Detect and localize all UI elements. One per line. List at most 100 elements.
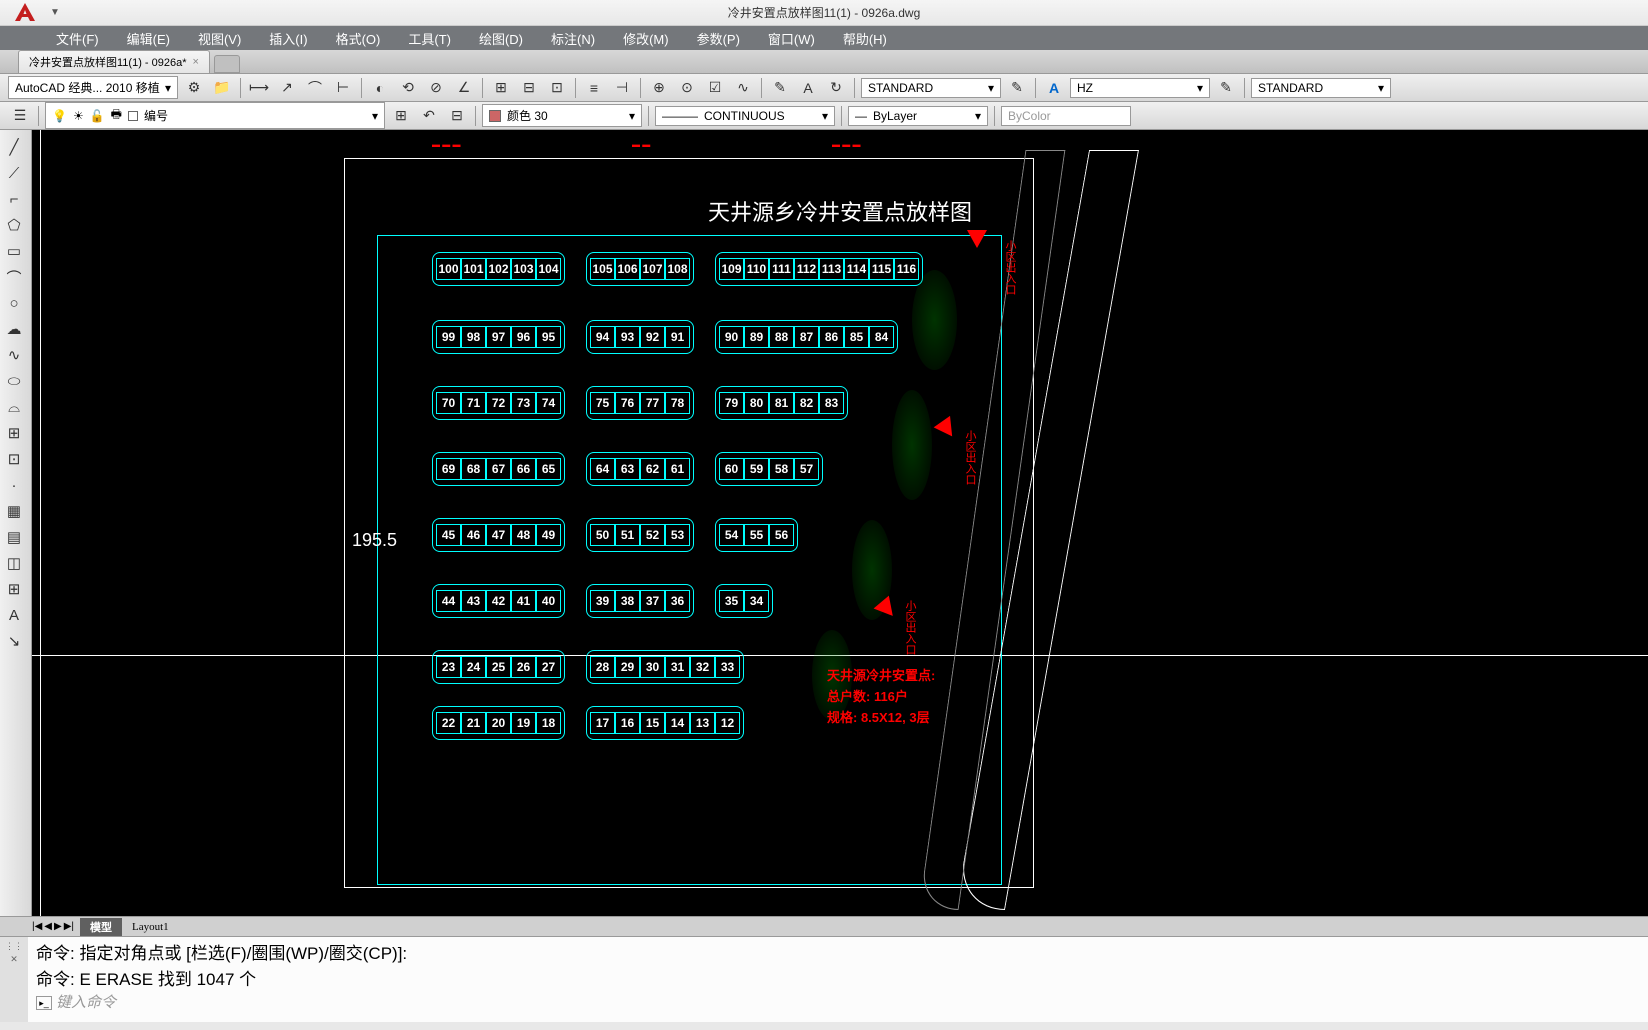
- close-tab-icon[interactable]: ×: [193, 56, 199, 68]
- angular-dim-icon[interactable]: ∠: [452, 77, 476, 99]
- tab-model[interactable]: 模型: [80, 918, 122, 936]
- menu-view[interactable]: 视图(V): [198, 29, 241, 48]
- radius-dim-icon[interactable]: ◐: [368, 77, 392, 99]
- menu-edit[interactable]: 编辑(E): [127, 29, 170, 48]
- inspect-icon[interactable]: ☑: [703, 77, 727, 99]
- dim-space-icon[interactable]: ≡: [582, 77, 606, 99]
- dim-style-selector[interactable]: STANDARD▾: [861, 78, 1001, 98]
- menu-window[interactable]: 窗口(W): [768, 29, 815, 48]
- dim-style-edit-icon[interactable]: ✎: [1005, 77, 1029, 99]
- make-block-icon[interactable]: ⊡: [0, 446, 28, 472]
- menu-format[interactable]: 格式(O): [336, 29, 381, 48]
- arc-dim-icon[interactable]: ⌒: [303, 77, 327, 99]
- rectangle-tool-icon[interactable]: ▭: [0, 238, 28, 264]
- document-tab-label: 冷井安置点放样图11(1) - 0926a*: [29, 54, 187, 70]
- region-tool-icon[interactable]: ◫: [0, 550, 28, 576]
- open-icon[interactable]: 📁: [210, 77, 234, 99]
- spline-tool-icon[interactable]: ∿: [0, 342, 28, 368]
- plot-cell: 61: [665, 458, 690, 480]
- aligned-dim-icon[interactable]: ↗: [275, 77, 299, 99]
- menu-help[interactable]: 帮助(H): [843, 29, 887, 48]
- baseline-dim-icon[interactable]: ⊟: [517, 77, 541, 99]
- tolerance-icon[interactable]: ⊕: [647, 77, 671, 99]
- plot-cell: 68: [461, 458, 486, 480]
- layer-prev-icon[interactable]: ↶: [417, 105, 441, 127]
- new-tab-button[interactable]: [214, 55, 240, 73]
- ordinate-dim-icon[interactable]: ⊢: [331, 77, 355, 99]
- plot-cell: 92: [640, 326, 665, 348]
- arc-tool-icon[interactable]: ⌒: [0, 264, 28, 290]
- plot-cell: 32: [690, 656, 715, 678]
- workspace-gear-icon[interactable]: ⚙: [182, 77, 206, 99]
- plot-row-4: 69686766656463626160595857: [432, 452, 841, 486]
- plot-cell: 36: [665, 590, 690, 612]
- layer-properties-icon[interactable]: ☰: [8, 105, 32, 127]
- jogged-linear-icon[interactable]: ∿: [731, 77, 755, 99]
- menu-parametric[interactable]: 参数(P): [697, 29, 740, 48]
- menu-tools[interactable]: 工具(T): [408, 29, 451, 48]
- table-tool-icon[interactable]: ⊞: [0, 576, 28, 602]
- insert-block-icon[interactable]: ⊞: [0, 420, 28, 446]
- add-selected-icon[interactable]: ↘: [0, 628, 28, 654]
- dim-edit-icon[interactable]: ✎: [768, 77, 792, 99]
- ellipse-arc-icon[interactable]: ⌓: [0, 394, 28, 420]
- app-menu-dropdown-icon[interactable]: ▼: [50, 7, 60, 18]
- circle-tool-icon[interactable]: ○: [0, 290, 28, 316]
- linetype-selector[interactable]: ———CONTINUOUS▾: [655, 106, 835, 126]
- revision-cloud-icon[interactable]: ☁: [0, 316, 28, 342]
- center-mark-icon[interactable]: ⊙: [675, 77, 699, 99]
- line-tool-icon[interactable]: ╱: [0, 134, 28, 160]
- layer-lock-icon: 🔓: [90, 109, 105, 123]
- drawing-canvas[interactable]: 天井源乡冷井安置点放样图 195.5 100101102103104105106…: [32, 130, 1648, 916]
- quick-dim-icon[interactable]: ⊞: [489, 77, 513, 99]
- continue-dim-icon[interactable]: ⊡: [545, 77, 569, 99]
- linear-dim-icon[interactable]: ⟼: [247, 77, 271, 99]
- polyline-tool-icon[interactable]: ⌐: [0, 186, 28, 212]
- ellipse-tool-icon[interactable]: ⬭: [0, 368, 28, 394]
- text-style-edit-icon[interactable]: ✎: [1214, 77, 1238, 99]
- tab-layout1[interactable]: Layout1: [122, 920, 179, 934]
- workspace-selector[interactable]: AutoCAD 经典... 2010 移植▾: [8, 76, 178, 99]
- menu-dimension[interactable]: 标注(N): [551, 29, 595, 48]
- tab-first-icon[interactable]: |◀: [32, 921, 42, 932]
- tab-last-icon[interactable]: ▶|: [64, 921, 74, 932]
- menu-draw[interactable]: 绘图(D): [479, 29, 523, 48]
- command-input[interactable]: 键入命令: [56, 992, 1640, 1015]
- command-prompt-icon[interactable]: ▸_: [36, 996, 52, 1010]
- tab-prev-icon[interactable]: ◀: [44, 921, 52, 932]
- gradient-tool-icon[interactable]: ▤: [0, 524, 28, 550]
- color-selector[interactable]: 颜色 30 ▾: [482, 104, 642, 127]
- dim-break-icon[interactable]: ⊣: [610, 77, 634, 99]
- plot-cell: 83: [819, 392, 844, 414]
- point-tool-icon[interactable]: ·: [0, 472, 28, 498]
- plot-cell: 26: [511, 656, 536, 678]
- plot-cell: 13: [690, 712, 715, 734]
- menu-insert[interactable]: 插入(I): [269, 29, 307, 48]
- menu-file[interactable]: 文件(F): [56, 29, 99, 48]
- plot-cell: 39: [590, 590, 615, 612]
- app-logo-icon[interactable]: [12, 1, 44, 25]
- dim-update-icon[interactable]: ↻: [824, 77, 848, 99]
- layer-selector[interactable]: 💡 ☀ 🔓 🖶 编号 ▾: [45, 102, 385, 129]
- plot-cell: 97: [486, 326, 511, 348]
- plot-cell: 54: [719, 524, 744, 546]
- dim-text-edit-icon[interactable]: A: [796, 77, 820, 99]
- layer-states-icon[interactable]: ⊞: [389, 105, 413, 127]
- tab-next-icon[interactable]: ▶: [54, 921, 62, 932]
- menu-modify[interactable]: 修改(M): [623, 29, 669, 48]
- lineweight-selector[interactable]: —ByLayer▾: [848, 106, 988, 126]
- drawing-title: 天井源乡冷井安置点放样图: [708, 195, 972, 227]
- diameter-dim-icon[interactable]: ⊘: [424, 77, 448, 99]
- plot-cell: 35: [719, 590, 744, 612]
- command-handle[interactable]: ⋮⋮✕: [0, 937, 28, 1022]
- text-style-selector[interactable]: HZ▾: [1070, 78, 1210, 98]
- mtext-tool-icon[interactable]: A: [0, 602, 28, 628]
- jogged-dim-icon[interactable]: ⟲: [396, 77, 420, 99]
- hatch-tool-icon[interactable]: ▦: [0, 498, 28, 524]
- construction-line-icon[interactable]: ⟋: [0, 160, 28, 186]
- layer-iso-icon[interactable]: ⊟: [445, 105, 469, 127]
- polygon-tool-icon[interactable]: ⬠: [0, 212, 28, 238]
- document-tab[interactable]: 冷井安置点放样图11(1) - 0926a* ×: [18, 50, 210, 73]
- text-style-a-icon[interactable]: A: [1042, 77, 1066, 99]
- table-style-selector[interactable]: STANDARD▾: [1251, 78, 1391, 98]
